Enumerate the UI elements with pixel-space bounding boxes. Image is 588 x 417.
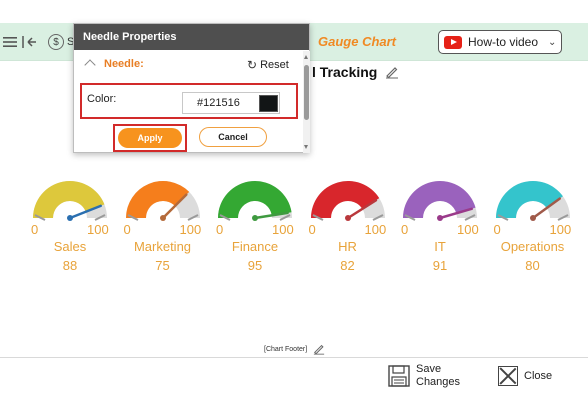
gauge-value-band xyxy=(218,180,292,218)
gauge-needle-hub xyxy=(344,215,351,221)
app-window: $ S Gauge Chart How-to video ⌄ l Trackin… xyxy=(0,0,588,417)
toolbar-left-group: $ S xyxy=(0,29,74,55)
gauge-max-label: 100 xyxy=(179,222,202,237)
gauge-dial xyxy=(218,180,292,221)
howto-label: How-to video xyxy=(468,35,539,49)
gauge-finance[interactable]: 0 100 Finance 95 xyxy=(214,178,296,288)
bottom-divider xyxy=(0,357,588,358)
gauge-operations[interactable]: 0 100 Operations 80 xyxy=(492,178,574,288)
gauge-dial xyxy=(310,181,385,221)
scroll-down-arrow-icon[interactable] xyxy=(304,145,308,149)
close-label: Close xyxy=(524,370,553,382)
gauge-sales[interactable]: 0 100 Sales 88 xyxy=(29,178,111,288)
gauge-it[interactable]: 0 100 IT 91 xyxy=(399,178,481,288)
color-row: Color: #121516 xyxy=(80,83,298,119)
hamburger-icon[interactable] xyxy=(0,30,20,54)
save-label-line1: Save xyxy=(416,363,442,375)
gauge-max-label: 100 xyxy=(457,222,479,237)
color-hex-value: #121516 xyxy=(197,97,240,109)
scroll-thumb[interactable] xyxy=(304,65,309,120)
gauge-min-label: 0 xyxy=(31,222,39,237)
close-button[interactable]: Close xyxy=(498,366,552,386)
gauge-min-label: 0 xyxy=(493,222,501,237)
howto-video-dropdown[interactable]: How-to video ⌄ xyxy=(438,30,562,54)
gauge-dial xyxy=(403,181,477,221)
dollar-circle-icon: $ xyxy=(48,34,64,50)
gauge-dial xyxy=(495,181,570,221)
gauge-value-label: 80 xyxy=(525,258,540,273)
gauge-needle-hub xyxy=(67,215,73,221)
gauge-dial xyxy=(33,181,107,221)
popup-title: Needle Properties xyxy=(74,24,309,50)
gauge-name-label: Operations xyxy=(500,239,565,254)
apply-highlight: Apply xyxy=(113,124,187,152)
reset-button[interactable]: ↻ Reset xyxy=(247,58,289,72)
scroll-up-arrow-icon[interactable] xyxy=(304,55,308,59)
gauge-hr[interactable]: 0 100 HR 82 xyxy=(307,178,389,288)
save-changes-button[interactable]: Save Changes xyxy=(388,363,460,389)
gauge-needle-hub xyxy=(437,215,443,221)
dollar-button[interactable]: $ S xyxy=(48,34,74,50)
gauge-min-label: 0 xyxy=(123,222,131,237)
chart-footer[interactable]: [Chart Footer] xyxy=(264,346,307,353)
chevron-down-icon: ⌄ xyxy=(548,36,557,48)
collapse-caret-icon[interactable] xyxy=(84,59,96,71)
gauge-min-label: 0 xyxy=(216,222,224,237)
back-arrow-icon[interactable] xyxy=(20,30,40,54)
needle-section-header[interactable]: Needle: ↻ Reset xyxy=(74,54,302,74)
cancel-button[interactable]: Cancel xyxy=(199,127,267,147)
color-label: Color: xyxy=(87,93,117,105)
gauge-max-label: 100 xyxy=(87,222,109,237)
app-title: Gauge Chart xyxy=(318,34,397,49)
popup-scrollbar[interactable] xyxy=(303,51,310,153)
save-disk-icon xyxy=(388,365,410,387)
reset-icon: ↻ xyxy=(247,58,258,72)
edit-footer-pencil-icon[interactable] xyxy=(313,343,325,355)
gauge-max-label: 100 xyxy=(364,222,387,237)
close-icon xyxy=(498,366,518,386)
apply-button[interactable]: Apply xyxy=(118,128,182,148)
gauge-dial xyxy=(125,181,200,221)
gauge-max-label: 100 xyxy=(549,222,572,237)
chart-footer-row: [Chart Footer] xyxy=(264,343,325,355)
youtube-icon xyxy=(444,35,462,49)
save-label-line2: Changes xyxy=(416,376,461,388)
gauge-min-label: 0 xyxy=(401,222,409,237)
save-label: Save Changes xyxy=(416,363,460,389)
reset-label: Reset xyxy=(260,59,289,71)
needle-properties-popup: Needle Properties Needle: ↻ Reset Color:… xyxy=(73,23,310,153)
gauge-marketing[interactable]: 0 100 Marketing 75 xyxy=(122,178,204,288)
color-hex-field[interactable]: #121516 xyxy=(182,92,280,114)
needle-section-label: Needle: xyxy=(104,58,144,70)
gauge-max-label: 100 xyxy=(272,222,294,237)
gauge-needle-hub xyxy=(252,215,258,221)
chart-title[interactable]: l Tracking xyxy=(312,64,377,80)
gauge-needle-hub xyxy=(529,215,536,221)
gauge-min-label: 0 xyxy=(308,222,316,237)
chart-title-row: l Tracking xyxy=(312,64,399,80)
gauge-needle-hub xyxy=(159,215,166,221)
color-swatch[interactable] xyxy=(259,95,278,112)
edit-title-pencil-icon[interactable] xyxy=(385,65,399,79)
